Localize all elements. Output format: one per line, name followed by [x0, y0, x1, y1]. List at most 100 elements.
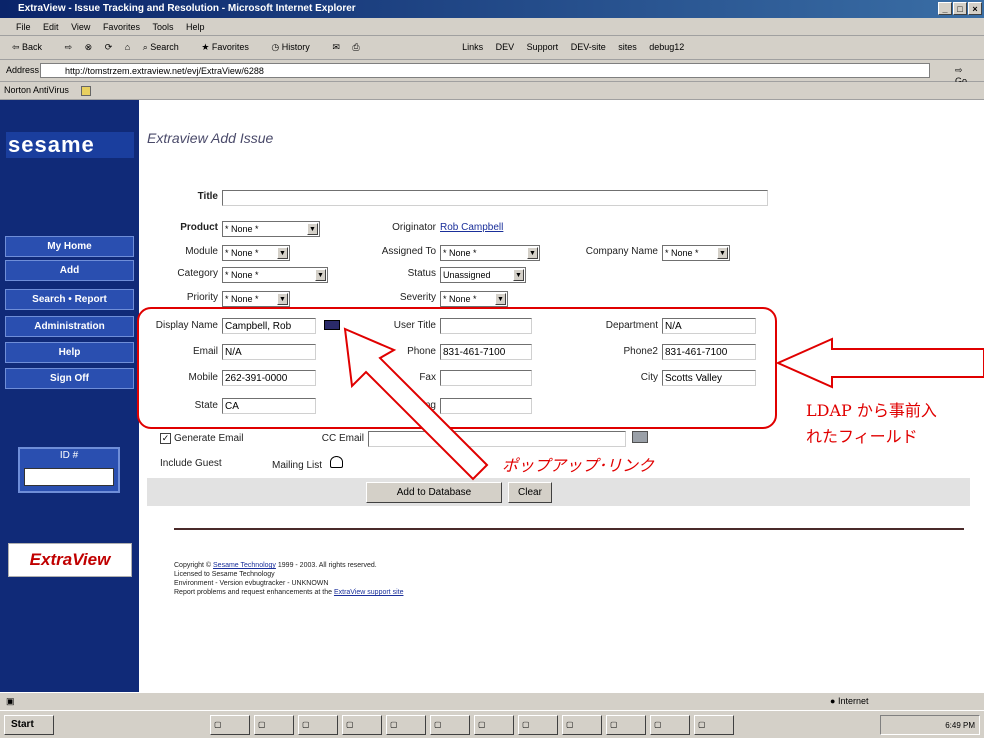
home-icon[interactable]: ⌂ — [125, 42, 130, 52]
menu-tools[interactable]: Tools — [152, 22, 173, 32]
generate-email-checkbox[interactable]: ✓ — [160, 433, 171, 444]
footer-copyright-prefix: Copyright © — [174, 562, 212, 569]
back-button[interactable]: ⇦ Back — [12, 42, 52, 53]
cc-email-input[interactable] — [368, 431, 626, 447]
priority-select[interactable]: * None * ▼ — [222, 291, 290, 307]
mail-icon[interactable]: ✉ — [332, 42, 340, 53]
minimize-icon[interactable]: _ — [938, 2, 952, 15]
footer-support: Report problems and request enhancements… — [174, 588, 403, 597]
status-value: Unassigned — [443, 270, 491, 280]
address-input[interactable]: http://tomstrzem.extraview.net/evj/Extra… — [40, 63, 930, 78]
favorites-label: Favorites — [211, 42, 249, 52]
module-select[interactable]: * None * ▼ — [222, 245, 290, 261]
taskbar-item[interactable]: ▢ — [430, 715, 470, 735]
nav-my-home[interactable]: My Home — [5, 236, 134, 257]
footer-copyright-suffix: 1999 - 2003. All rights reserved. — [277, 562, 377, 569]
product-value: * None * — [225, 224, 259, 234]
originator-link[interactable]: Rob Campbell — [440, 222, 503, 233]
search-button[interactable]: ⌕ Search — [143, 42, 189, 53]
company-name-value: * None * — [665, 248, 699, 258]
taskbar-item[interactable]: ▢ — [562, 715, 602, 735]
norton-icon[interactable] — [81, 85, 92, 96]
add-to-database-button[interactable]: Add to Database — [366, 482, 502, 503]
taskbar-item[interactable]: ▢ — [474, 715, 514, 735]
link-sites[interactable]: sites — [618, 42, 637, 52]
stop-icon[interactable]: ⊗ — [85, 42, 93, 53]
print-icon[interactable]: ⎙ — [352, 42, 359, 53]
taskbar-item[interactable]: ▢ — [606, 715, 646, 735]
severity-select[interactable]: * None * ▼ — [440, 291, 508, 307]
taskbar: Start ▢ ▢ ▢ ▢ ▢ ▢ ▢ ▢ ▢ ▢ ▢ ▢ 6:49 PM — [0, 710, 984, 738]
taskbar-item[interactable]: ▢ — [254, 715, 294, 735]
footer: Copyright © Sesame Technology 1999 - 200… — [174, 561, 403, 597]
forward-icon[interactable]: ⇨ — [65, 42, 73, 53]
close-icon[interactable]: × — [968, 2, 982, 15]
product-select[interactable]: * None * ▼ — [222, 221, 320, 237]
menu-bar: File Edit View Favorites Tools Help — [0, 18, 984, 36]
assigned-to-value: * None * — [443, 248, 477, 258]
links-label: Links — [462, 42, 484, 52]
nav-administration[interactable]: Administration — [5, 316, 134, 337]
taskbar-item[interactable]: ▢ — [694, 715, 734, 735]
assigned-to-label: Assigned To — [381, 246, 436, 257]
assigned-to-select[interactable]: * None * ▼ — [440, 245, 540, 261]
clear-button[interactable]: Clear — [508, 482, 552, 503]
id-input[interactable] — [24, 468, 114, 486]
taskbar-item[interactable]: ▢ — [650, 715, 690, 735]
window-title-bar: ExtraView - Issue Tracking and Resolutio… — [0, 0, 984, 18]
history-button[interactable]: ◷ History — [271, 42, 319, 53]
support-site-link[interactable]: ExtraView support site — [334, 589, 404, 596]
menu-edit[interactable]: Edit — [43, 22, 59, 32]
nav-help[interactable]: Help — [5, 342, 134, 363]
title-input[interactable] — [222, 190, 768, 206]
menu-favorites[interactable]: Favorites — [103, 22, 140, 32]
browser-toolbar: ⇦ Back ⇨ ⊗ ⟳ ⌂ ⌕ Search ★ Favorites ◷ Hi… — [0, 36, 984, 60]
start-button[interactable]: Start — [4, 715, 54, 735]
menu-file[interactable]: File — [16, 22, 31, 32]
company-name-label: Company Name — [585, 246, 658, 257]
priority-value: * None * — [225, 294, 259, 304]
menu-help[interactable]: Help — [186, 22, 205, 32]
product-label: Product — [180, 222, 218, 233]
popup-link-annotation: ポップアップ･リンク — [502, 458, 655, 475]
address-label: Address — [6, 65, 40, 75]
taskbar-item[interactable]: ▢ — [342, 715, 382, 735]
status-select[interactable]: Unassigned ▼ — [440, 267, 526, 283]
footer-copyright: Copyright © Sesame Technology 1999 - 200… — [174, 561, 403, 570]
taskbar-item[interactable]: ▢ — [210, 715, 250, 735]
nav-sign-off[interactable]: Sign Off — [5, 368, 134, 389]
link-debug12[interactable]: debug12 — [649, 42, 684, 52]
nav-add[interactable]: Add — [5, 260, 134, 281]
norton-bar: Norton AntiVirus — [0, 82, 984, 100]
menu-view[interactable]: View — [71, 22, 90, 32]
maximize-icon[interactable]: □ — [953, 2, 967, 15]
window-title: ExtraView - Issue Tracking and Resolutio… — [18, 3, 356, 14]
include-guest-label: Include Guest — [160, 458, 222, 469]
company-name-select[interactable]: * None * ▼ — [662, 245, 730, 261]
search-label: Search — [150, 42, 179, 52]
footer-license: Licensed to Sesame Technology — [174, 571, 275, 578]
module-value: * None * — [225, 248, 259, 258]
address-book-icon[interactable] — [632, 431, 648, 443]
page-icon: ▣ — [6, 696, 15, 706]
taskbar-item[interactable]: ▢ — [518, 715, 558, 735]
mailing-list-icon[interactable] — [330, 456, 343, 468]
nav-search-report[interactable]: Search • Report — [5, 289, 134, 310]
sesame-link[interactable]: Sesame Technology — [213, 562, 276, 569]
taskbar-item[interactable]: ▢ — [386, 715, 426, 735]
link-dev-site[interactable]: DEV-site — [571, 42, 606, 52]
category-select[interactable]: * None * ▼ — [222, 267, 328, 283]
category-value: * None * — [225, 270, 259, 280]
ldap-annotation-line2: れたフィールド — [806, 427, 918, 446]
refresh-icon[interactable]: ⟳ — [105, 42, 113, 53]
ldap-annotation-line1: LDAP から事前入 — [806, 401, 937, 420]
favorites-button[interactable]: ★ Favorites — [201, 42, 259, 53]
link-support[interactable]: Support — [527, 42, 559, 52]
taskbar-item[interactable]: ▢ — [298, 715, 338, 735]
id-label: ID # — [59, 450, 79, 461]
system-clock: 6:49 PM — [880, 715, 980, 735]
chevron-down-icon: ▼ — [277, 247, 288, 259]
severity-value: * None * — [443, 294, 477, 304]
link-dev[interactable]: DEV — [496, 42, 515, 52]
chevron-down-icon: ▼ — [277, 293, 288, 305]
